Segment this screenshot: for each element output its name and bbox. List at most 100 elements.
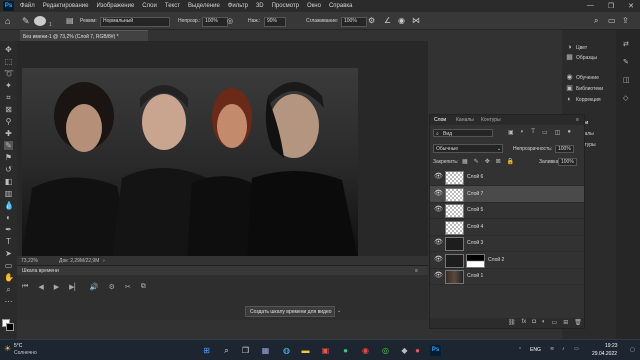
- visibility-eye-icon[interactable]: 👁: [434, 256, 443, 264]
- more-tools-icon[interactable]: ⋯: [4, 297, 13, 306]
- document-tab[interactable]: Без имени-1 @ 73,2% (Слой 7, RGB/8#) *: [20, 30, 148, 41]
- menu-filter[interactable]: Фильтр: [228, 3, 248, 10]
- smoothing-field[interactable]: 100%: [341, 17, 367, 27]
- visibility-eye-icon[interactable]: 👁: [434, 190, 443, 198]
- lock-position-icon[interactable]: ✥: [485, 158, 490, 165]
- layers-menu-icon[interactable]: ≡: [576, 117, 579, 123]
- brush-preset-icon[interactable]: ✎: [22, 16, 30, 27]
- camera-icon[interactable]: ●: [412, 345, 423, 356]
- play-icon[interactable]: ▶: [54, 283, 59, 291]
- brush-settings-icon[interactable]: ▤: [66, 16, 74, 25]
- menu-help[interactable]: Справка: [329, 3, 353, 10]
- smoothing-settings-icon[interactable]: ⚙: [368, 16, 375, 25]
- workspace-icon[interactable]: ▭: [608, 16, 616, 25]
- create-video-timeline-button[interactable]: Создать шкалу времени для видео: [245, 306, 335, 317]
- pen-tool-icon[interactable]: ✒: [4, 225, 13, 234]
- filter-smart-icon[interactable]: ◫: [555, 129, 561, 136]
- volume-icon[interactable]: ♪: [562, 346, 565, 352]
- tab-layers[interactable]: Слои: [434, 117, 446, 123]
- layer-filter-select[interactable]: ⌕ Вид: [433, 129, 493, 137]
- widgets-icon[interactable]: ▦: [260, 345, 271, 356]
- background-color-swatch[interactable]: [6, 323, 14, 331]
- wifi-icon[interactable]: ≋: [550, 346, 554, 352]
- link-icon[interactable]: ⛓: [508, 319, 516, 326]
- layer-row[interactable]: 👁 Слой 1: [430, 268, 584, 285]
- visibility-eye-icon[interactable]: 👁: [434, 173, 443, 181]
- marquee-tool-icon[interactable]: ⬚: [4, 57, 13, 66]
- menu-layer[interactable]: Слои: [142, 3, 157, 10]
- tab-channels[interactable]: Каналы: [456, 117, 474, 123]
- weather-icon[interactable]: ☀: [4, 344, 11, 353]
- brush-tool-icon[interactable]: ✎: [4, 141, 13, 150]
- layer-mask-thumbnail[interactable]: [466, 253, 485, 268]
- layer-thumbnail[interactable]: [445, 220, 464, 235]
- app-icon[interactable]: ◆: [399, 345, 410, 356]
- pressure-opacity-icon[interactable]: ◎: [227, 17, 233, 25]
- lock-all-icon[interactable]: 🔒: [507, 158, 514, 165]
- lock-transparent-icon[interactable]: ▦: [462, 158, 468, 165]
- chrome-icon[interactable]: ◎: [380, 345, 391, 356]
- symmetry-icon[interactable]: ⋈: [412, 16, 420, 25]
- quick-select-tool-icon[interactable]: ✦: [4, 81, 13, 90]
- visibility-eye-icon[interactable]: 👁: [434, 206, 443, 214]
- panel-swatches[interactable]: ▦ Образцы: [566, 54, 597, 61]
- angle-icon[interactable]: ∠: [384, 16, 391, 25]
- zoom-tool-icon[interactable]: ⌕: [4, 285, 13, 294]
- panel-libraries[interactable]: ▣ Библиотеки: [566, 85, 603, 92]
- go-to-first-frame-icon[interactable]: ⏮: [22, 283, 28, 291]
- file-explorer-icon[interactable]: ▬: [300, 345, 311, 356]
- mask-icon[interactable]: ◘: [532, 319, 536, 326]
- menu-window[interactable]: Окно: [307, 3, 321, 10]
- menu-3d[interactable]: 3D: [256, 3, 264, 10]
- visibility-eye-icon[interactable]: 👁: [434, 239, 443, 247]
- new-layer-icon[interactable]: ⊞: [563, 319, 568, 326]
- tab-paths[interactable]: Контуры: [481, 117, 501, 123]
- layer-thumbnail[interactable]: [445, 171, 464, 185]
- settings-icon[interactable]: ⚙: [109, 283, 115, 291]
- edge-icon[interactable]: ◍: [281, 345, 292, 356]
- menu-edit[interactable]: Редактирование: [43, 3, 89, 10]
- maximize-button[interactable]: ❐: [608, 2, 614, 10]
- language-indicator[interactable]: ENG: [530, 347, 541, 353]
- shape-tool-icon[interactable]: ▭: [4, 261, 13, 270]
- blur-tool-icon[interactable]: 💧: [4, 201, 14, 210]
- next-frame-icon[interactable]: ▶▏: [69, 283, 80, 291]
- side-tool-2-icon[interactable]: ✎: [623, 58, 629, 66]
- layer-thumbnail[interactable]: [445, 253, 464, 268]
- filter-shape-icon[interactable]: ▭: [542, 129, 548, 136]
- search-icon[interactable]: ⌕: [221, 345, 232, 356]
- menu-view[interactable]: Просмотр: [272, 3, 299, 10]
- filter-type-icon[interactable]: T: [531, 129, 535, 136]
- adjustment-layer-icon[interactable]: ◐: [542, 319, 546, 326]
- layer-thumbnail[interactable]: [445, 237, 464, 251]
- minimize-button[interactable]: —: [587, 2, 594, 10]
- side-tool-3-icon[interactable]: ◫: [623, 76, 630, 84]
- battery-icon[interactable]: ▭: [574, 346, 579, 352]
- menu-image[interactable]: Изображение: [96, 3, 134, 10]
- layer-row[interactable]: 👁 Слой 2: [430, 252, 584, 269]
- visibility-eye-icon[interactable]: [434, 223, 442, 231]
- opacity-field[interactable]: 100%: [202, 17, 228, 27]
- history-brush-tool-icon[interactable]: ↺: [4, 165, 13, 174]
- filter-pixel-icon[interactable]: ▣: [508, 129, 514, 136]
- panel-menu-icon[interactable]: ≡: [415, 268, 418, 274]
- close-button[interactable]: ✕: [628, 2, 634, 10]
- previous-frame-icon[interactable]: ◀: [38, 283, 43, 291]
- layer-row[interactable]: Слой 4: [430, 219, 584, 236]
- timeline-dropdown-chevron-icon[interactable]: ⌄: [337, 308, 341, 314]
- panel-learn[interactable]: ◉ Обучение: [566, 74, 598, 81]
- eyedropper-tool-icon[interactable]: ⚲: [4, 117, 13, 126]
- task-view-icon[interactable]: ❐: [240, 345, 251, 356]
- layer-thumbnail[interactable]: [445, 187, 464, 202]
- lock-paint-icon[interactable]: ✎: [474, 158, 479, 165]
- menu-select[interactable]: Выделение: [188, 3, 220, 10]
- blend-mode-select[interactable]: Обычные ⌄: [433, 144, 503, 153]
- store-icon[interactable]: ▣: [320, 345, 331, 356]
- panel-color[interactable]: ◑ Цвет: [566, 44, 587, 51]
- filter-toggle-icon[interactable]: ●: [567, 129, 571, 136]
- transition-icon[interactable]: ⧉: [141, 283, 146, 291]
- weather-desc[interactable]: Солнечно: [14, 350, 37, 356]
- tray-chevron-icon[interactable]: ⌃: [518, 347, 522, 353]
- fill-field[interactable]: 100%: [558, 158, 577, 166]
- clock-time[interactable]: 19:23: [605, 343, 618, 349]
